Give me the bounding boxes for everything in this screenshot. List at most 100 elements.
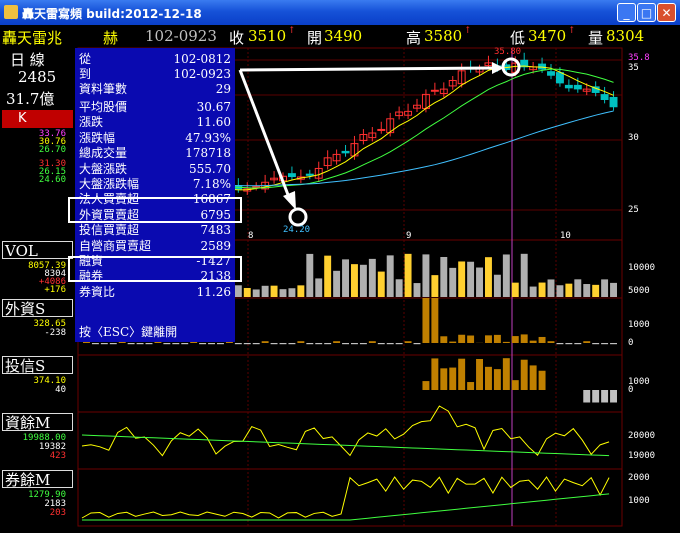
candle-body xyxy=(430,89,439,92)
stats-row: 大盤漲跌 555.70 xyxy=(79,162,231,177)
foreign-bar xyxy=(502,341,510,343)
foreign-bar xyxy=(547,341,555,343)
foreign-bar xyxy=(127,343,135,345)
volume-bar xyxy=(565,283,573,297)
foreign-bar xyxy=(243,343,251,345)
trust-bar xyxy=(583,390,591,403)
candle-body xyxy=(252,186,261,189)
stats-label: 到 xyxy=(79,67,92,81)
foreign-bar xyxy=(395,343,403,345)
trust-bar xyxy=(601,390,609,403)
trust-bar xyxy=(458,358,466,390)
margin-line xyxy=(81,405,610,457)
foreign-bar xyxy=(333,341,341,343)
foreign-bar xyxy=(592,343,600,345)
candle-body xyxy=(377,128,386,131)
stats-row: 投信買賣超 7483 xyxy=(79,223,231,238)
trust-bar xyxy=(520,359,528,390)
stats-row: 到 102-0923 xyxy=(79,67,231,82)
foreign-bar xyxy=(574,343,582,345)
volume-bar xyxy=(386,255,394,297)
foreign-bar xyxy=(109,343,117,345)
volume-bar xyxy=(583,284,591,297)
pane-frame xyxy=(77,411,623,470)
margin-ma-line xyxy=(81,434,610,457)
low-point-circle xyxy=(288,207,308,227)
volume-bar xyxy=(351,264,358,297)
foreign-bar xyxy=(529,340,537,343)
stats-row: 自營商買賣超 2589 xyxy=(79,239,231,254)
volume-bar xyxy=(431,275,439,297)
foreign-bar xyxy=(261,341,269,343)
stats-value: 29 xyxy=(215,82,231,96)
foreign-bar xyxy=(583,341,591,343)
volume-bar xyxy=(529,286,537,297)
foreign-bar xyxy=(208,343,215,345)
foreign-bar xyxy=(234,343,242,345)
esc-hint: 按〈ESC〉鍵離開 xyxy=(79,325,178,339)
axis-tick-label: 20000 xyxy=(628,431,656,441)
stats-label: 漲跌幅 xyxy=(79,130,116,145)
stats-row: 從 102-0812 xyxy=(79,52,231,67)
volume-bar xyxy=(538,282,546,297)
candle-body xyxy=(547,71,555,76)
axis-tick-label: 30 xyxy=(628,133,639,143)
trust-bar xyxy=(467,382,475,390)
axis-tick-label: 19000 xyxy=(628,451,656,461)
axis-tick-label: 35 xyxy=(628,63,639,73)
trust-bar xyxy=(476,358,483,390)
foreign-bar xyxy=(351,343,358,345)
foreign-bar xyxy=(359,343,367,345)
trust-bar xyxy=(502,358,510,390)
foreign-bar xyxy=(520,334,528,343)
foreign-bar xyxy=(163,343,171,345)
volume-bar xyxy=(243,287,251,297)
high-mark-label: 35.80 xyxy=(494,47,521,57)
foreign-bar xyxy=(324,343,332,345)
foreign-bar xyxy=(404,341,412,343)
volume-bar xyxy=(306,253,314,297)
foreign-bar xyxy=(493,334,501,343)
candle-body xyxy=(287,173,296,178)
volume-bar xyxy=(467,261,475,297)
foreign-bar xyxy=(601,343,609,345)
stats-value: 178718 xyxy=(185,146,231,161)
volume-bar xyxy=(261,285,269,297)
volume-bar xyxy=(476,267,483,297)
foreign-bar xyxy=(136,343,144,345)
foreign-bar xyxy=(422,298,430,343)
low-mark-label: 24.20 xyxy=(283,225,310,235)
volume-bar xyxy=(440,256,448,297)
stats-row: 總成交量 178718 xyxy=(79,146,231,161)
foreign-bar xyxy=(279,343,287,345)
axis-tick-label: 2000 xyxy=(628,473,650,483)
volume-bar xyxy=(485,257,492,297)
trust-bar xyxy=(592,390,600,403)
stats-label: 券資比 xyxy=(79,284,116,299)
foreign-bar xyxy=(145,343,153,345)
highlight-box xyxy=(68,197,242,223)
volume-bar xyxy=(556,285,564,297)
volume-bar xyxy=(252,289,260,297)
trust-bar xyxy=(529,365,537,390)
candle-body xyxy=(609,96,618,108)
stats-label: 總成交量 xyxy=(79,146,128,161)
foreign-bar xyxy=(100,343,108,345)
stats-value: 11.60 xyxy=(196,115,231,130)
month-label: 8 xyxy=(248,231,254,241)
foreign-bar xyxy=(252,343,260,345)
stats-label: 平均股價 xyxy=(79,100,128,114)
foreign-bar xyxy=(610,343,617,345)
foreign-bar xyxy=(181,343,189,345)
foreign-bar xyxy=(315,343,323,345)
foreign-bar xyxy=(511,336,519,343)
foreign-bar xyxy=(431,298,439,343)
axis-tick-label: 5000 xyxy=(628,286,650,296)
foreign-bar xyxy=(386,343,394,345)
trust-bar xyxy=(511,380,519,390)
highlight-box xyxy=(68,256,242,282)
trust-bar xyxy=(422,381,430,390)
volume-bar xyxy=(324,255,332,297)
month-label: 9 xyxy=(406,231,412,241)
top-price-label: 35.8 xyxy=(628,53,650,63)
